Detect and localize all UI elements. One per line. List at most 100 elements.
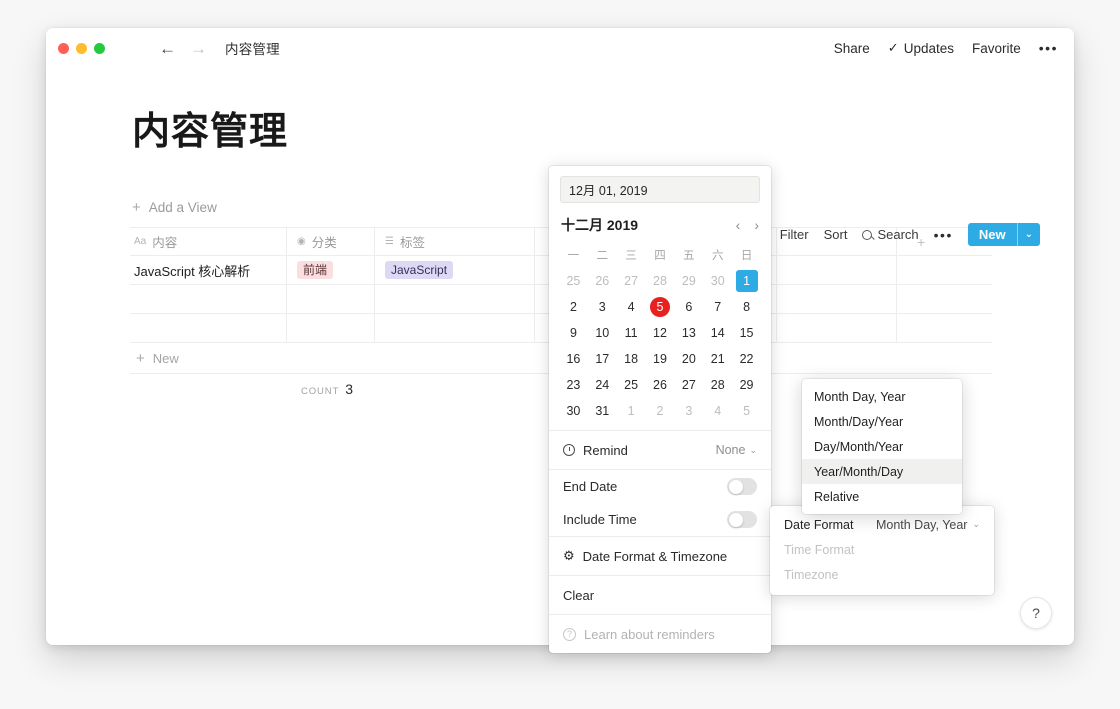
calendar-day[interactable]: 11: [617, 320, 646, 346]
calendar-day[interactable]: 19: [646, 346, 675, 372]
search-button[interactable]: Search: [862, 227, 919, 242]
calendar-day[interactable]: 27: [674, 372, 703, 398]
calendar-day[interactable]: 14: [703, 320, 732, 346]
calendar-day[interactable]: 12: [646, 320, 675, 346]
calendar-day[interactable]: 26: [588, 268, 617, 294]
date-format-value-wrap[interactable]: Month Day, Year ⌄: [876, 518, 980, 532]
calendar-day[interactable]: 25: [617, 372, 646, 398]
cell-extra-3[interactable]: [897, 285, 992, 313]
calendar-day[interactable]: 22: [732, 346, 761, 372]
dropdown-option[interactable]: Relative: [802, 484, 962, 509]
include-time-toggle[interactable]: [727, 511, 757, 528]
cell-extra-2[interactable]: [777, 285, 897, 313]
calendar-day[interactable]: 5: [646, 294, 675, 320]
cell-extra-3[interactable]: [897, 256, 992, 284]
cell-tags[interactable]: [375, 314, 535, 342]
chevron-right-icon[interactable]: ›: [754, 217, 759, 233]
view-more-icon[interactable]: •••: [934, 227, 953, 243]
end-date-row[interactable]: End Date: [549, 470, 771, 503]
cell-content[interactable]: [130, 314, 287, 342]
calendar-day[interactable]: 17: [588, 346, 617, 372]
minimize-window-button[interactable]: [76, 42, 87, 54]
chevron-down-icon[interactable]: ⌄: [1018, 229, 1040, 240]
help-button[interactable]: ?: [1020, 597, 1052, 629]
column-header-content[interactable]: Aa 内容: [130, 228, 287, 255]
favorite-button[interactable]: Favorite: [972, 41, 1021, 56]
calendar-day[interactable]: 25: [559, 268, 588, 294]
calendar-day[interactable]: 31: [588, 398, 617, 424]
calendar-day[interactable]: 16: [559, 346, 588, 372]
date-format-row[interactable]: Date Format Month Day, Year ⌄: [770, 512, 994, 537]
cell-category[interactable]: [287, 285, 375, 313]
new-button[interactable]: New ⌄: [967, 223, 1040, 246]
calendar-day[interactable]: 26: [646, 372, 675, 398]
remind-row[interactable]: Remind None ⌄: [549, 431, 771, 469]
date-input[interactable]: 12月 01, 2019: [560, 176, 760, 203]
calendar-day[interactable]: 7: [703, 294, 732, 320]
cell-tags[interactable]: JavaScript: [375, 256, 535, 284]
calendar-day[interactable]: 27: [617, 268, 646, 294]
calendar-day[interactable]: 5: [732, 398, 761, 424]
maximize-window-button[interactable]: [94, 42, 105, 54]
arrow-left-icon[interactable]: ←: [159, 40, 176, 57]
filter-button[interactable]: Filter: [780, 227, 809, 242]
calendar-day[interactable]: 30: [703, 268, 732, 294]
arrow-right-icon[interactable]: →: [190, 40, 207, 57]
calendar-day[interactable]: 24: [588, 372, 617, 398]
calendar-day[interactable]: 18: [617, 346, 646, 372]
calendar-day[interactable]: 29: [732, 372, 761, 398]
calendar-day[interactable]: 4: [617, 294, 646, 320]
end-date-toggle[interactable]: [727, 478, 757, 495]
calendar-day[interactable]: 29: [674, 268, 703, 294]
calendar-day[interactable]: 13: [674, 320, 703, 346]
learn-about-reminders-link[interactable]: ? Learn about reminders: [549, 615, 771, 653]
calendar-day[interactable]: 2: [646, 398, 675, 424]
window-controls[interactable]: [58, 42, 105, 54]
clear-button[interactable]: Clear: [549, 576, 771, 614]
calendar-day[interactable]: 23: [559, 372, 588, 398]
cell-tags[interactable]: [375, 285, 535, 313]
calendar-day[interactable]: 1: [732, 268, 761, 294]
calendar-day[interactable]: 30: [559, 398, 588, 424]
remind-value-wrap[interactable]: None ⌄: [716, 443, 757, 457]
hamburger-icon[interactable]: [125, 44, 141, 52]
column-header-tags[interactable]: ☰ 标签: [375, 228, 535, 255]
dropdown-option[interactable]: Year/Month/Day: [802, 459, 962, 484]
calendar-day[interactable]: 28: [646, 268, 675, 294]
close-window-button[interactable]: [58, 42, 69, 54]
more-options-icon[interactable]: •••: [1039, 40, 1058, 56]
breadcrumb[interactable]: 内容管理: [225, 38, 280, 58]
calendar-day[interactable]: 3: [674, 398, 703, 424]
include-time-row[interactable]: Include Time: [549, 503, 771, 536]
calendar-day[interactable]: 10: [588, 320, 617, 346]
calendar-day[interactable]: 6: [674, 294, 703, 320]
calendar-day[interactable]: 15: [732, 320, 761, 346]
chevron-left-icon[interactable]: ‹: [736, 217, 741, 233]
calendar-day[interactable]: 1: [617, 398, 646, 424]
cell-content[interactable]: [130, 285, 287, 313]
cell-content[interactable]: JavaScript 核心解析: [130, 256, 287, 284]
dropdown-option[interactable]: Month/Day/Year: [802, 409, 962, 434]
cell-extra-2[interactable]: [777, 314, 897, 342]
cell-category[interactable]: 前端: [287, 256, 375, 284]
dropdown-option[interactable]: Month Day, Year: [802, 384, 962, 409]
count-summary[interactable]: COUNT 3: [287, 381, 353, 397]
calendar-day[interactable]: 8: [732, 294, 761, 320]
updates-button[interactable]: ✓ Updates: [888, 40, 954, 56]
cell-extra-3[interactable]: [897, 314, 992, 342]
calendar-day[interactable]: 21: [703, 346, 732, 372]
calendar-day[interactable]: 3: [588, 294, 617, 320]
page-title[interactable]: 内容管理: [132, 100, 1074, 155]
calendar-day[interactable]: 28: [703, 372, 732, 398]
cell-extra-2[interactable]: [777, 256, 897, 284]
sort-button[interactable]: Sort: [824, 227, 848, 242]
calendar-day[interactable]: 4: [703, 398, 732, 424]
calendar-day[interactable]: 9: [559, 320, 588, 346]
dropdown-option[interactable]: Day/Month/Year: [802, 434, 962, 459]
calendar-day[interactable]: 20: [674, 346, 703, 372]
share-button[interactable]: Share: [834, 41, 870, 56]
calendar-day[interactable]: 2: [559, 294, 588, 320]
cell-category[interactable]: [287, 314, 375, 342]
column-header-category[interactable]: ◉ 分类: [287, 228, 375, 255]
date-format-timezone-button[interactable]: ⚙ Date Format & Timezone: [549, 537, 771, 575]
